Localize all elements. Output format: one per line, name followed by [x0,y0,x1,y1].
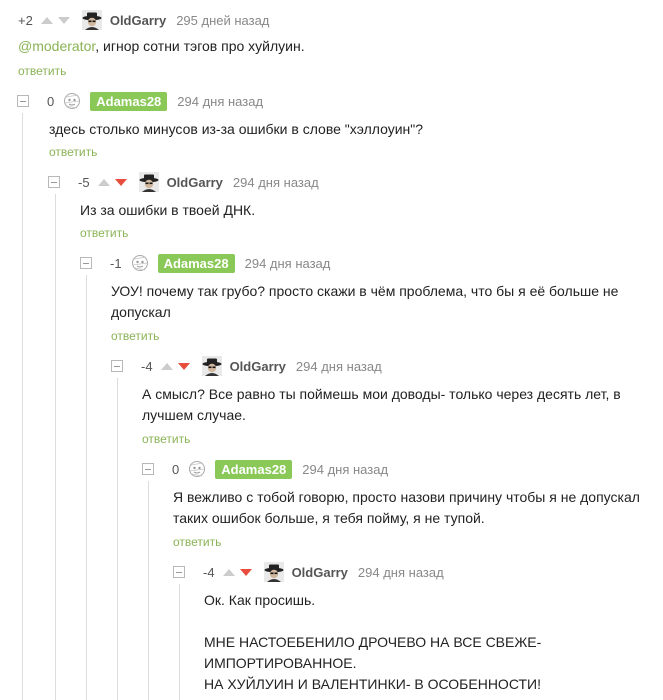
comment-rating: -5 [78,174,90,190]
upvote-icon[interactable] [97,178,110,186]
comment-text: УОУ! почему так грубо? просто скажи в чё… [111,281,633,323]
comment-time[interactable]: 294 дня назад [177,94,263,109]
comment-header: -4 OldGarry 294 дня назад [173,560,444,584]
comment-rating: 0 [172,461,180,477]
comment-time[interactable]: 294 дня назад [296,359,382,374]
comment-author[interactable]: OldGarry [167,175,223,190]
downvote-icon[interactable] [114,178,127,186]
comment-header: 0 Adamas28 294 дня назад [142,457,388,481]
comment-text: @moderator, игнор сотни тэгов про хуйлуи… [18,36,651,57]
comment-paragraph: А смысл? Все равно ты поймешь мои доводы… [142,386,621,423]
comment-rating: -4 [203,564,215,580]
comment-author[interactable]: Adamas28 [215,459,293,479]
avatar[interactable] [187,459,207,479]
comment-author[interactable]: Adamas28 [157,253,235,273]
reply-link[interactable]: ответить [80,226,128,240]
avatar[interactable] [62,91,82,111]
comment-author[interactable]: OldGarry [110,13,166,28]
comment-time[interactable]: 294 дня назад [245,256,331,271]
downvote-icon[interactable] [239,568,252,576]
comment-rating: +2 [18,12,33,28]
thread-branch-line [55,194,56,700]
avatar[interactable] [130,253,150,273]
thread-branch-line [148,481,149,700]
collapse-icon[interactable] [80,257,92,269]
comment-header: -5 OldGarry 294 дня назад [48,170,319,194]
comment-rating: -1 [110,255,122,271]
comment-text: Из за ошибки в твоей ДНК. [80,200,651,221]
comment-time[interactable]: 294 дня назад [302,462,388,477]
comment-header: -1 Adamas28 294 дня назад [80,251,330,275]
collapse-icon[interactable] [173,566,185,578]
downvote-icon[interactable] [177,362,190,370]
avatar[interactable] [202,356,222,376]
upvote-icon[interactable] [40,16,53,24]
comment-text: А смысл? Все равно ты поймешь мои доводы… [142,384,641,426]
comment-paragraph: ИМПОРТИРОВАННОЕ. [204,655,357,671]
collapse-icon[interactable] [111,360,123,372]
comment-text: Я вежливо с тобой говорю, просто назови … [173,487,653,529]
reply-link[interactable]: ответить [173,535,221,549]
comment-paragraph: Из за ошибки в твоей ДНК. [80,202,256,218]
reply-link[interactable]: ответить [142,432,190,446]
avatar[interactable] [264,562,284,582]
comment-rating: -4 [141,358,153,374]
comment-time[interactable]: 295 дней назад [176,13,269,28]
mention-link[interactable]: @moderator [18,38,95,54]
collapse-icon[interactable] [48,176,60,188]
comment-time[interactable]: 294 дня назад [358,565,444,580]
thread-branch-line [179,584,180,700]
thread-branch-line [22,113,23,700]
comment-text-rest: , игнор сотни тэгов про хуйлуин. [95,38,305,54]
comment-paragraph: МНЕ НАСТОЕБЕНИЛО ДРОЧЕВО НА ВСЕ СВЕЖЕ- [204,634,542,650]
comment-header: +2 OldGarry 295 дней назад [18,8,269,32]
comment-rating: 0 [47,93,55,109]
reply-link[interactable]: ответить [49,145,97,159]
comment-text: Ок. Как просишь. МНЕ НАСТОЕБЕНИЛО ДРОЧЕВ… [204,590,623,695]
comment-author[interactable]: Adamas28 [90,91,168,111]
comment-paragraph: здесь столько минусов из-за ошибки в сло… [49,121,424,137]
comment-paragraph: Ок. Как просишь. [204,592,316,608]
thread-branch-line [117,378,118,700]
comment-paragraph: НА ХУЙЛУИН И ВАЛЕНТИНКИ- В ОСОБЕННОСТИ! [204,676,541,692]
avatar[interactable] [139,172,159,192]
collapse-icon[interactable] [17,95,29,107]
comment-header: 0 Adamas28 294 дня назад [17,89,263,113]
comment-author[interactable]: OldGarry [230,359,286,374]
comment-header: -4 OldGarry 294 дня назад [111,354,382,378]
comment-text: здесь столько минусов из-за ошибки в сло… [49,119,651,140]
thread-branch-line [86,275,87,700]
reply-link[interactable]: ответить [18,64,66,78]
collapse-icon[interactable] [142,463,154,475]
comment-paragraph: УОУ! почему так грубо? просто скажи в чё… [111,283,619,320]
comment-time[interactable]: 294 дня назад [233,175,319,190]
comment-author[interactable]: OldGarry [292,565,348,580]
comment-paragraph: Я вежливо с тобой говорю, просто назови … [173,489,640,526]
reply-link[interactable]: ответить [111,329,159,343]
avatar[interactable] [82,10,102,30]
upvote-icon[interactable] [160,362,173,370]
downvote-icon[interactable] [57,16,70,24]
upvote-icon[interactable] [222,568,235,576]
